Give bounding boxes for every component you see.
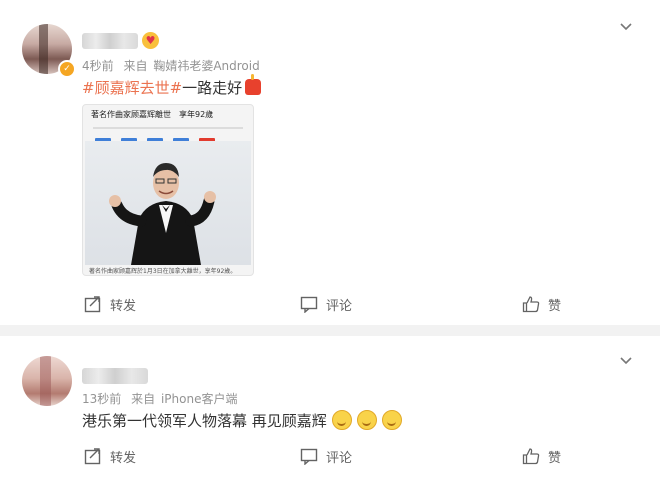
image-share-buttons <box>95 129 253 144</box>
repost-label: 转发 <box>110 450 137 466</box>
post-source: iPhone客户端 <box>160 392 238 406</box>
repost-button[interactable]: 转发 <box>84 294 136 314</box>
avatar[interactable] <box>22 356 72 406</box>
smile-emoji-icon <box>356 410 377 430</box>
like-button[interactable]: 赞 <box>522 446 561 466</box>
username-blurred[interactable] <box>82 368 148 384</box>
like-label: 赞 <box>548 298 562 314</box>
image-caption: 著名作曲家顾嘉辉於1月3日在加拿大離世，享年92歲。 <box>89 268 237 275</box>
comment-button[interactable]: 评论 <box>300 446 352 466</box>
comment-label: 评论 <box>326 298 353 314</box>
post-time[interactable]: 13秒前 <box>82 392 121 406</box>
source-prefix: 来自 <box>123 59 148 73</box>
like-button[interactable]: 赞 <box>522 294 561 314</box>
post-meta: 13秒前 来自 iPhone客户端 <box>82 390 243 407</box>
repost-icon <box>84 448 101 465</box>
repost-icon <box>84 296 101 313</box>
repost-button[interactable]: 转发 <box>84 446 136 466</box>
post-image[interactable]: 著名作曲家顾嘉辉離世 享年92歲 著名作曲家顾嘉辉於1月3日在加拿大離世，享年9… <box>82 104 254 276</box>
comment-icon <box>300 448 318 465</box>
conductor-figure <box>109 163 216 265</box>
smile-emoji-icon <box>381 410 402 430</box>
topic-tag[interactable]: #顾嘉辉去世# <box>82 79 182 97</box>
image-headline: 著名作曲家顾嘉辉離世 享年92歲 <box>91 110 214 119</box>
source-prefix: 来自 <box>131 392 156 406</box>
like-label: 赞 <box>548 450 562 466</box>
post-text: 港乐第一代领军人物落幕 再见顾嘉辉 <box>82 410 402 431</box>
comment-button[interactable]: 评论 <box>300 294 352 314</box>
post-card: 13秒前 来自 iPhone客户端 港乐第一代领军人物落幕 再见顾嘉辉 转发 评… <box>0 336 660 478</box>
comment-label: 评论 <box>326 450 353 466</box>
verified-badge-icon: ✓ <box>58 60 76 78</box>
post-body: 港乐第一代领军人物落幕 再见顾嘉辉 <box>82 412 327 430</box>
cake-emoji-icon <box>245 74 262 95</box>
like-icon <box>522 296 540 313</box>
chevron-down-icon[interactable] <box>620 21 632 33</box>
post-meta: 4秒前 来自 鞠婧祎老婆Android <box>82 57 266 74</box>
post-source: 鞠婧祎老婆Android <box>153 59 260 73</box>
comment-icon <box>300 296 318 313</box>
heart-eyes-emoji-icon: ♥ <box>142 32 159 49</box>
chevron-down-icon[interactable] <box>620 355 632 367</box>
username-blurred[interactable] <box>82 33 138 49</box>
smile-emoji-icon <box>331 410 352 430</box>
like-icon <box>522 448 540 465</box>
post-text: #顾嘉辉去世#一路走好 <box>82 74 262 98</box>
conductor-photo <box>85 141 251 265</box>
post-card: ✓ ♥ 4秒前 来自 鞠婧祎老婆Android #顾嘉辉去世#一路走好 著名作曲… <box>0 0 660 325</box>
repost-label: 转发 <box>110 298 137 314</box>
post-time[interactable]: 4秒前 <box>82 59 114 73</box>
post-body: 一路走好 <box>182 79 243 97</box>
